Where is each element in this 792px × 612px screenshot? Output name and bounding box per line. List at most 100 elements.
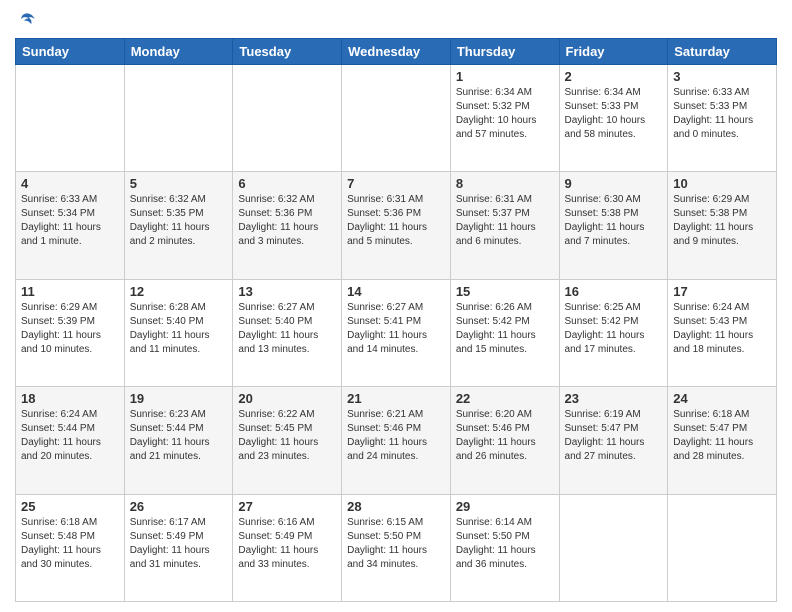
calendar-cell [559, 494, 668, 601]
day-info: Sunrise: 6:31 AM Sunset: 5:37 PM Dayligh… [456, 193, 554, 249]
day-info: Sunrise: 6:22 AM Sunset: 5:45 PM Dayligh… [238, 408, 336, 464]
calendar-header-thursday: Thursday [450, 39, 559, 65]
day-number: 3 [673, 69, 771, 84]
day-info: Sunrise: 6:28 AM Sunset: 5:40 PM Dayligh… [130, 301, 228, 357]
day-number: 8 [456, 176, 554, 191]
day-info: Sunrise: 6:27 AM Sunset: 5:41 PM Dayligh… [347, 301, 445, 357]
day-number: 28 [347, 499, 445, 514]
day-number: 24 [673, 391, 771, 406]
day-info: Sunrise: 6:33 AM Sunset: 5:33 PM Dayligh… [673, 86, 771, 142]
calendar-cell: 27 Sunrise: 6:16 AM Sunset: 5:49 PM Dayli… [233, 494, 342, 601]
calendar-cell [16, 65, 125, 172]
calendar-header-row: SundayMondayTuesdayWednesdayThursdayFrid… [16, 39, 777, 65]
day-number: 17 [673, 284, 771, 299]
calendar-header-sunday: Sunday [16, 39, 125, 65]
calendar-cell: 18 Sunrise: 6:24 AM Sunset: 5:44 PM Dayli… [16, 387, 125, 494]
calendar-week-row: 25 Sunrise: 6:18 AM Sunset: 5:48 PM Dayli… [16, 494, 777, 601]
calendar-cell: 28 Sunrise: 6:15 AM Sunset: 5:50 PM Dayli… [342, 494, 451, 601]
calendar-cell: 16 Sunrise: 6:25 AM Sunset: 5:42 PM Dayli… [559, 279, 668, 386]
day-number: 29 [456, 499, 554, 514]
day-number: 25 [21, 499, 119, 514]
day-number: 13 [238, 284, 336, 299]
calendar-cell: 10 Sunrise: 6:29 AM Sunset: 5:38 PM Dayli… [668, 172, 777, 279]
day-info: Sunrise: 6:27 AM Sunset: 5:40 PM Dayligh… [238, 301, 336, 357]
day-number: 9 [565, 176, 663, 191]
day-info: Sunrise: 6:32 AM Sunset: 5:35 PM Dayligh… [130, 193, 228, 249]
day-number: 7 [347, 176, 445, 191]
day-number: 26 [130, 499, 228, 514]
calendar-header-monday: Monday [124, 39, 233, 65]
day-info: Sunrise: 6:25 AM Sunset: 5:42 PM Dayligh… [565, 301, 663, 357]
day-number: 12 [130, 284, 228, 299]
calendar-cell: 12 Sunrise: 6:28 AM Sunset: 5:40 PM Dayli… [124, 279, 233, 386]
day-number: 22 [456, 391, 554, 406]
day-info: Sunrise: 6:34 AM Sunset: 5:32 PM Dayligh… [456, 86, 554, 142]
day-number: 20 [238, 391, 336, 406]
day-number: 16 [565, 284, 663, 299]
day-info: Sunrise: 6:29 AM Sunset: 5:39 PM Dayligh… [21, 301, 119, 357]
calendar-week-row: 18 Sunrise: 6:24 AM Sunset: 5:44 PM Dayli… [16, 387, 777, 494]
calendar-cell: 3 Sunrise: 6:33 AM Sunset: 5:33 PM Daylig… [668, 65, 777, 172]
calendar-week-row: 1 Sunrise: 6:34 AM Sunset: 5:32 PM Daylig… [16, 65, 777, 172]
calendar-header-wednesday: Wednesday [342, 39, 451, 65]
calendar-cell: 17 Sunrise: 6:24 AM Sunset: 5:43 PM Dayli… [668, 279, 777, 386]
calendar-week-row: 4 Sunrise: 6:33 AM Sunset: 5:34 PM Daylig… [16, 172, 777, 279]
logo [15, 10, 39, 30]
calendar-cell: 24 Sunrise: 6:18 AM Sunset: 5:47 PM Dayli… [668, 387, 777, 494]
day-info: Sunrise: 6:19 AM Sunset: 5:47 PM Dayligh… [565, 408, 663, 464]
calendar-cell: 14 Sunrise: 6:27 AM Sunset: 5:41 PM Dayli… [342, 279, 451, 386]
day-number: 2 [565, 69, 663, 84]
header [15, 10, 777, 30]
calendar-week-row: 11 Sunrise: 6:29 AM Sunset: 5:39 PM Dayli… [16, 279, 777, 386]
calendar-cell [124, 65, 233, 172]
day-info: Sunrise: 6:32 AM Sunset: 5:36 PM Dayligh… [238, 193, 336, 249]
calendar-cell: 13 Sunrise: 6:27 AM Sunset: 5:40 PM Dayli… [233, 279, 342, 386]
calendar-cell: 25 Sunrise: 6:18 AM Sunset: 5:48 PM Dayli… [16, 494, 125, 601]
day-info: Sunrise: 6:29 AM Sunset: 5:38 PM Dayligh… [673, 193, 771, 249]
day-number: 6 [238, 176, 336, 191]
logo-bird-icon [17, 10, 37, 30]
day-info: Sunrise: 6:23 AM Sunset: 5:44 PM Dayligh… [130, 408, 228, 464]
calendar-cell: 15Sunrise: 6:26 AM Sunset: 5:42 PM Dayli… [450, 279, 559, 386]
calendar-cell: 2Sunrise: 6:34 AM Sunset: 5:33 PM Daylig… [559, 65, 668, 172]
day-info: Sunrise: 6:21 AM Sunset: 5:46 PM Dayligh… [347, 408, 445, 464]
day-number: 10 [673, 176, 771, 191]
calendar-cell [668, 494, 777, 601]
day-info: Sunrise: 6:33 AM Sunset: 5:34 PM Dayligh… [21, 193, 119, 249]
day-info: Sunrise: 6:16 AM Sunset: 5:49 PM Dayligh… [238, 516, 336, 572]
calendar-header-saturday: Saturday [668, 39, 777, 65]
day-number: 19 [130, 391, 228, 406]
calendar-cell [342, 65, 451, 172]
calendar-cell: 26 Sunrise: 6:17 AM Sunset: 5:49 PM Dayli… [124, 494, 233, 601]
calendar-cell: 5Sunrise: 6:32 AM Sunset: 5:35 PM Daylig… [124, 172, 233, 279]
day-info: Sunrise: 6:20 AM Sunset: 5:46 PM Dayligh… [456, 408, 554, 464]
calendar-header-tuesday: Tuesday [233, 39, 342, 65]
day-number: 18 [21, 391, 119, 406]
calendar-table: SundayMondayTuesdayWednesdayThursdayFrid… [15, 38, 777, 602]
calendar-cell: 23 Sunrise: 6:19 AM Sunset: 5:47 PM Dayli… [559, 387, 668, 494]
day-info: Sunrise: 6:17 AM Sunset: 5:49 PM Dayligh… [130, 516, 228, 572]
calendar-cell: 21Sunrise: 6:21 AM Sunset: 5:46 PM Dayli… [342, 387, 451, 494]
day-info: Sunrise: 6:24 AM Sunset: 5:43 PM Dayligh… [673, 301, 771, 357]
calendar-cell: 1 Sunrise: 6:34 AM Sunset: 5:32 PM Daylig… [450, 65, 559, 172]
day-number: 15 [456, 284, 554, 299]
day-number: 1 [456, 69, 554, 84]
day-info: Sunrise: 6:31 AM Sunset: 5:36 PM Dayligh… [347, 193, 445, 249]
day-number: 11 [21, 284, 119, 299]
day-info: Sunrise: 6:30 AM Sunset: 5:38 PM Dayligh… [565, 193, 663, 249]
calendar-cell: 4 Sunrise: 6:33 AM Sunset: 5:34 PM Daylig… [16, 172, 125, 279]
day-number: 23 [565, 391, 663, 406]
day-info: Sunrise: 6:15 AM Sunset: 5:50 PM Dayligh… [347, 516, 445, 572]
calendar-cell: 11 Sunrise: 6:29 AM Sunset: 5:39 PM Dayli… [16, 279, 125, 386]
calendar-cell: 19 Sunrise: 6:23 AM Sunset: 5:44 PM Dayli… [124, 387, 233, 494]
calendar-cell [233, 65, 342, 172]
day-number: 14 [347, 284, 445, 299]
day-info: Sunrise: 6:18 AM Sunset: 5:48 PM Dayligh… [21, 516, 119, 572]
day-info: Sunrise: 6:24 AM Sunset: 5:44 PM Dayligh… [21, 408, 119, 464]
calendar-cell: 22 Sunrise: 6:20 AM Sunset: 5:46 PM Dayli… [450, 387, 559, 494]
calendar-cell: 8 Sunrise: 6:31 AM Sunset: 5:37 PM Daylig… [450, 172, 559, 279]
day-info: Sunrise: 6:18 AM Sunset: 5:47 PM Dayligh… [673, 408, 771, 464]
day-number: 4 [21, 176, 119, 191]
calendar-header-friday: Friday [559, 39, 668, 65]
day-number: 27 [238, 499, 336, 514]
